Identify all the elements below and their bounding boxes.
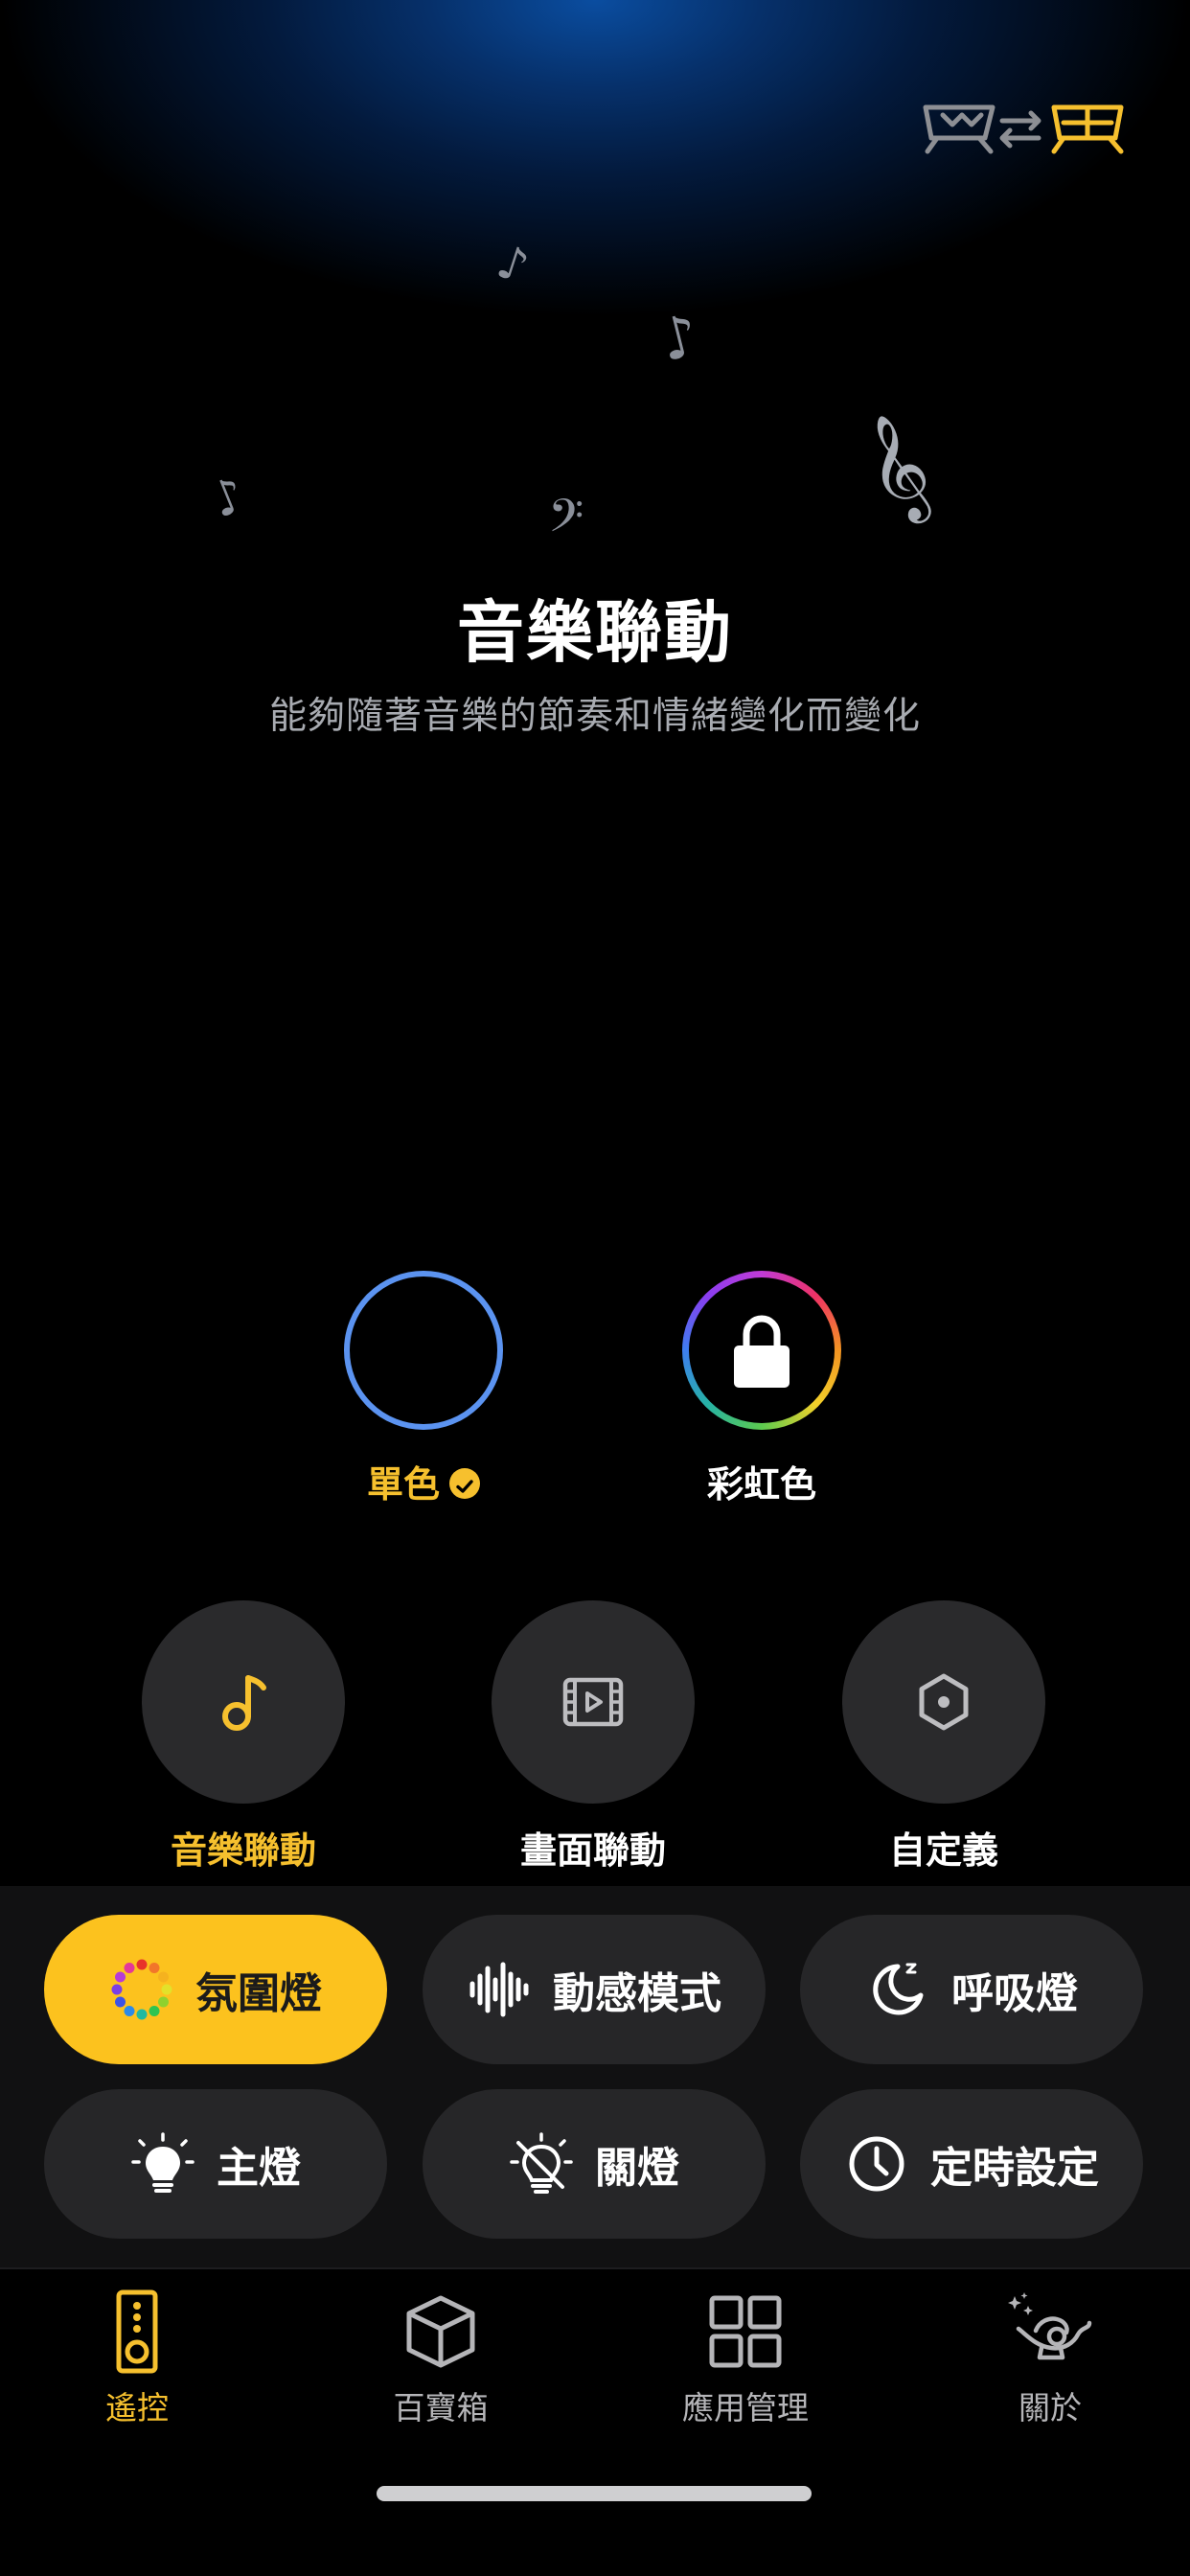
breathing-light-label: 呼吸燈 (951, 1969, 1078, 2018)
timer-settings-label: 定時設定 (930, 2144, 1099, 2193)
box-icon (406, 2295, 475, 2368)
mode-title: 音樂聯動 (457, 593, 733, 672)
ambient-light-label: 氛圍燈 (195, 1969, 322, 2018)
home-indicator[interactable] (377, 2486, 812, 2501)
main-light-button[interactable]: 主燈 (44, 2089, 387, 2239)
color-option-label: 單色 (337, 1455, 510, 1507)
bass-clef-decoration: 𝄢 (548, 489, 584, 554)
clock-icon (849, 2136, 904, 2192)
hexagon-icon (919, 1673, 969, 1731)
tab-app-management[interactable]: 應用管理 (650, 2288, 841, 2428)
grid-icon (709, 2295, 782, 2368)
rainbow-color-ring[interactable] (682, 1271, 841, 1430)
sub-mode-screen-sync[interactable]: 畫面聯動 (488, 1600, 698, 1874)
rainbow-dots-icon (111, 1959, 172, 2020)
device-switch-icon[interactable] (918, 100, 1136, 157)
sub-mode-label: 自定義 (888, 1829, 998, 1872)
remote-icon (116, 2289, 158, 2374)
tab-remote[interactable]: 遙控 (41, 2288, 233, 2428)
mode-description: 能夠隨著音樂的節奏和情緒變化而變化 (268, 695, 921, 738)
sub-mode-music-sync[interactable]: 音樂聯動 (138, 1600, 349, 1874)
breathing-light-button[interactable]: 呼吸燈 (800, 1915, 1143, 2064)
tab-toolbox-label: 百寶箱 (393, 2389, 489, 2426)
control-panel: 氛圍燈 動感模式 呼吸燈 主燈 關燈 定時設定 (0, 1886, 1190, 2267)
screen-sync-button[interactable] (492, 1600, 695, 1804)
sound-wave-icon (469, 1962, 529, 2017)
sub-mode-label: 音樂聯動 (170, 1829, 316, 1872)
lights-off-button[interactable]: 關燈 (423, 2089, 766, 2239)
music-note-icon (222, 1675, 266, 1731)
main-light-label: 主燈 (217, 2144, 301, 2193)
single-color-label: 單色 (366, 1463, 440, 1506)
tab-remote-label: 遙控 (105, 2389, 169, 2426)
bulb-icon (131, 2132, 195, 2193)
lights-off-label: 關燈 (595, 2144, 679, 2193)
bottom-tab-bar: 遙控 百寶箱 應用管理 關於 (0, 2267, 1190, 2576)
music-sync-button[interactable] (142, 1600, 345, 1804)
dynamic-mode-button[interactable]: 動感模式 (423, 1915, 766, 2064)
check-icon (449, 1467, 480, 1499)
timer-settings-button[interactable]: 定時設定 (800, 2089, 1143, 2239)
single-color-ring[interactable] (344, 1271, 503, 1430)
moon-icon (873, 1963, 924, 2015)
ambient-light-button[interactable]: 氛圍燈 (44, 1915, 387, 2064)
tab-about[interactable]: 關於 (954, 2288, 1146, 2428)
rainbow-color-label: 彩虹色 (706, 1463, 816, 1506)
dynamic-mode-label: 動感模式 (553, 1969, 721, 2018)
sub-mode-custom[interactable]: 自定義 (838, 1600, 1049, 1874)
film-icon (562, 1677, 624, 1727)
tab-about-label: 關於 (1018, 2389, 1082, 2426)
color-option-rainbow[interactable]: 彩虹色 (675, 1271, 848, 1507)
lamp-icon (1008, 2292, 1092, 2360)
bulb-off-icon (510, 2132, 573, 2194)
tab-toolbox[interactable]: 百寶箱 (345, 2288, 537, 2428)
color-option-single[interactable]: 單色 (337, 1271, 510, 1507)
tab-app-management-label: 應用管理 (682, 2389, 809, 2426)
custom-button[interactable] (842, 1600, 1045, 1804)
lock-icon (734, 1315, 790, 1388)
sub-mode-label: 畫面聯動 (519, 1829, 666, 1872)
